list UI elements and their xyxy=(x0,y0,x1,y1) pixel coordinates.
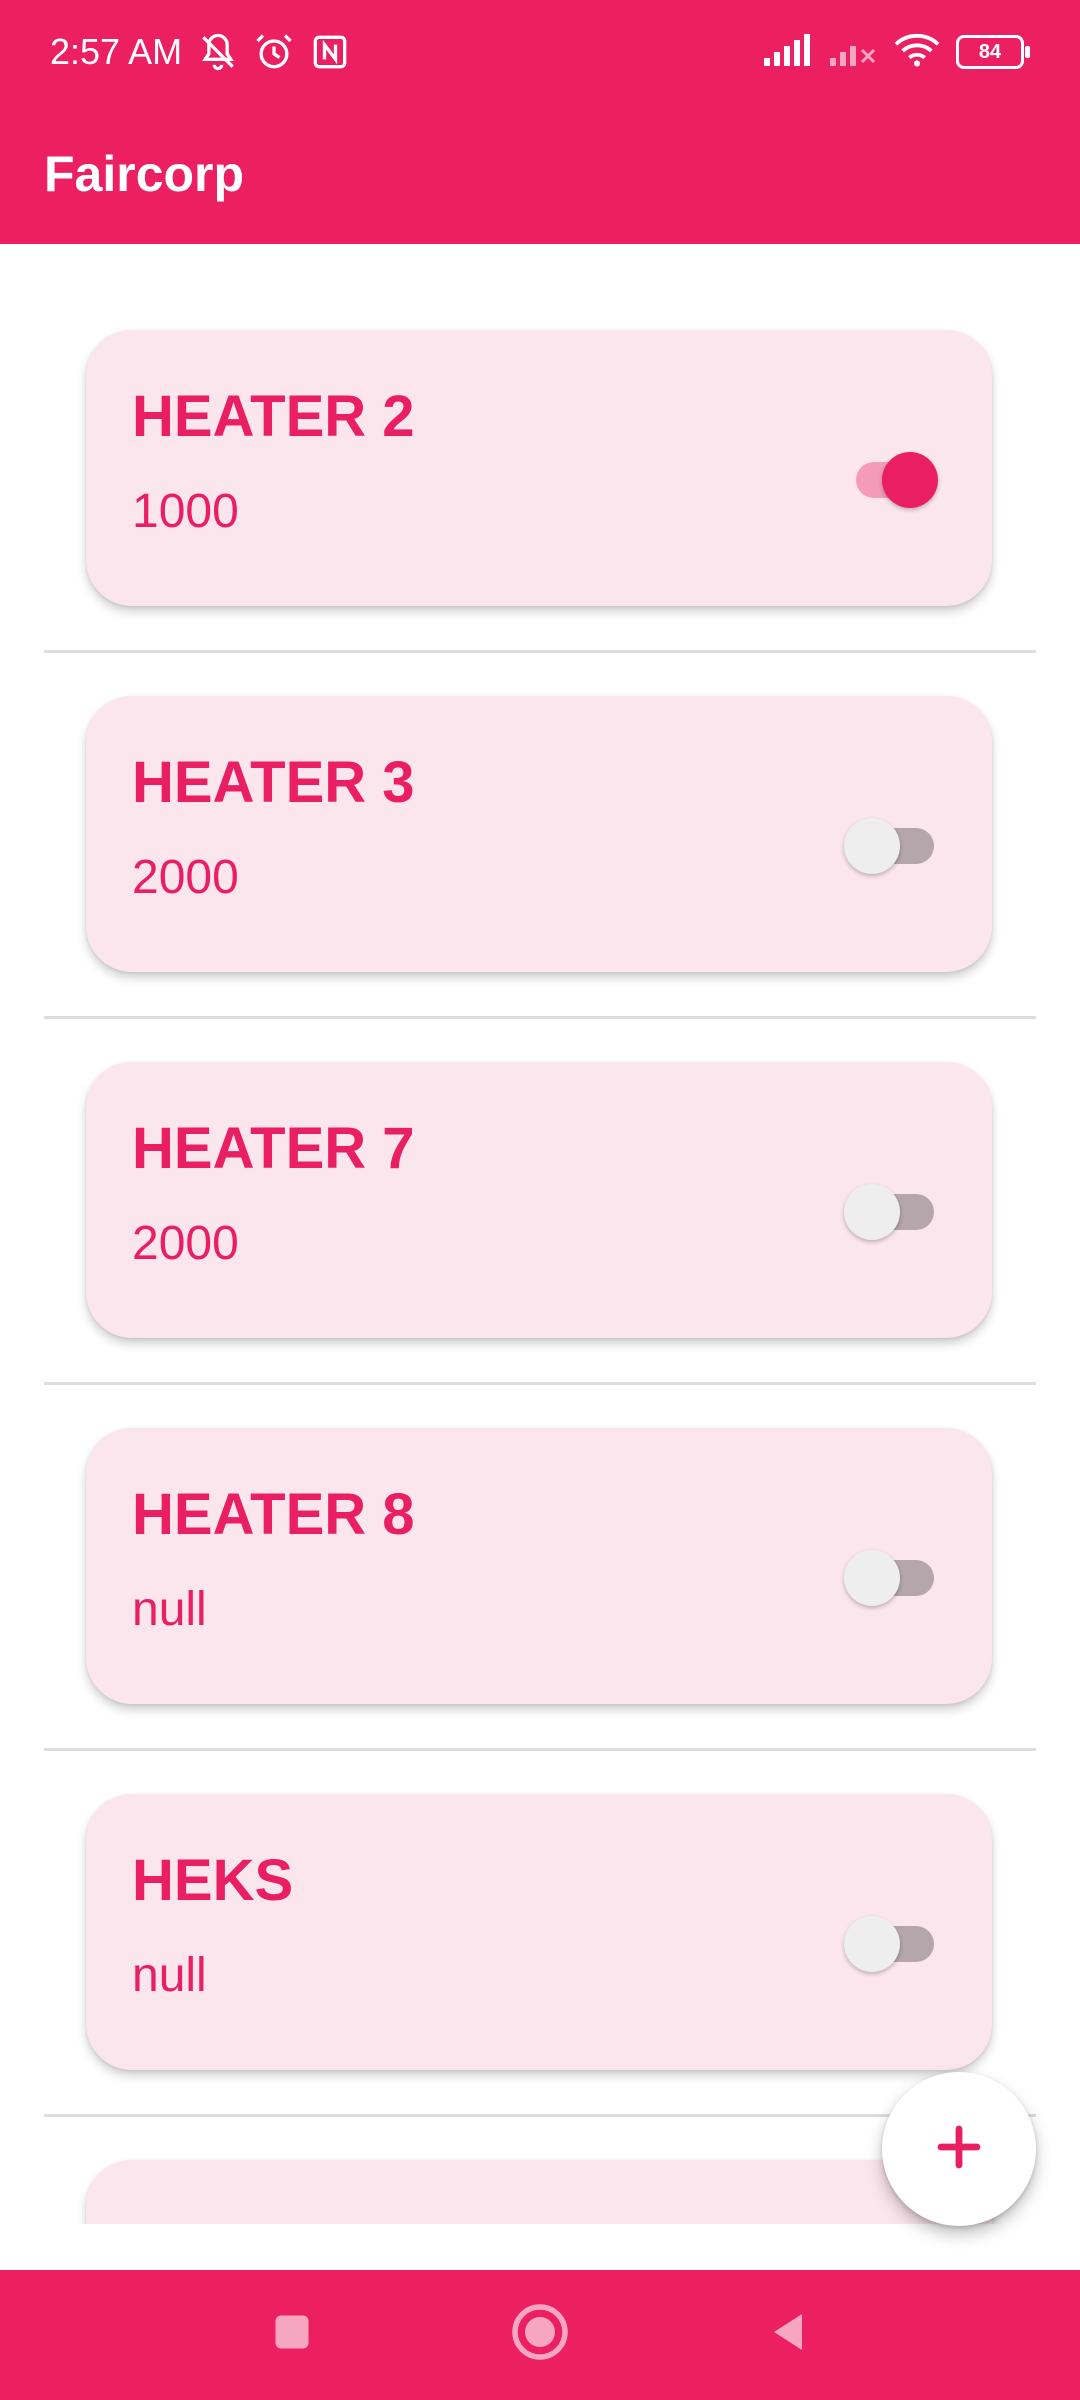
heater-toggle[interactable] xyxy=(844,1544,934,1606)
heater-toggle[interactable] xyxy=(844,446,938,508)
list-item: HEATER 2 1000 xyxy=(0,244,1080,653)
bell-off-icon xyxy=(196,30,240,74)
heater-card[interactable]: HEATER 8 null xyxy=(86,1428,992,1704)
heater-name: HEATER 2 xyxy=(132,384,415,449)
heater-name: HEATER 3 xyxy=(132,750,415,815)
heater-card[interactable]: HEATER 3 2000 xyxy=(86,696,992,972)
alarm-icon xyxy=(252,30,296,74)
back-button[interactable] xyxy=(752,2298,824,2370)
battery-icon: 84 xyxy=(956,35,1030,69)
status-left-icons xyxy=(196,30,352,74)
status-time: 2:57 AM xyxy=(50,31,183,72)
heater-list[interactable]: HEATER 2 1000 HEATER 3 2000 HEATER 7 200… xyxy=(0,244,1080,2224)
heater-card[interactable]: HEKS null xyxy=(86,1794,992,2070)
add-heater-button[interactable] xyxy=(882,2072,1036,2226)
list-item: HEATER 8 null xyxy=(0,1342,1080,1751)
signal-off-icon xyxy=(828,32,878,73)
status-right-icons: 84 xyxy=(762,30,1030,74)
nfc-icon xyxy=(308,30,352,74)
heater-name: HEATER 7 xyxy=(132,1116,415,1181)
back-icon xyxy=(764,2308,812,2361)
heater-toggle[interactable] xyxy=(844,1178,934,1240)
wifi-icon xyxy=(894,32,940,73)
heater-power: 2000 xyxy=(132,1217,239,1270)
heater-name: HEATER 8 xyxy=(132,1482,415,1547)
list-item: HEATER 3 2000 xyxy=(0,610,1080,1019)
home-button[interactable] xyxy=(504,2298,576,2370)
heater-power: 2000 xyxy=(132,851,239,904)
heater-power: 1000 xyxy=(132,485,239,538)
heater-card[interactable]: HEATER 7 2000 xyxy=(86,1062,992,1338)
list-item: HEATER 7 2000 xyxy=(0,976,1080,1385)
heater-card-partial[interactable] xyxy=(86,2160,992,2224)
signal-icon xyxy=(762,32,812,73)
status-bar: 2:57 AM 84 xyxy=(0,0,1080,104)
list-item: HEKS null xyxy=(0,1708,1080,2117)
recents-icon xyxy=(270,2310,314,2359)
app-title: Faircorp xyxy=(44,146,245,202)
heater-toggle[interactable] xyxy=(844,1910,934,1972)
heater-card[interactable]: HEATER 2 1000 xyxy=(86,330,992,606)
app-bar: Faircorp xyxy=(0,104,1080,244)
home-icon xyxy=(510,2302,570,2367)
heater-power: null xyxy=(132,1583,207,1636)
heater-toggle[interactable] xyxy=(844,812,934,874)
heater-power: null xyxy=(132,1949,207,2002)
plus-icon xyxy=(935,2123,983,2176)
heater-name: HEKS xyxy=(132,1848,294,1913)
navigation-bar xyxy=(0,2270,1080,2400)
recents-button[interactable] xyxy=(256,2298,328,2370)
